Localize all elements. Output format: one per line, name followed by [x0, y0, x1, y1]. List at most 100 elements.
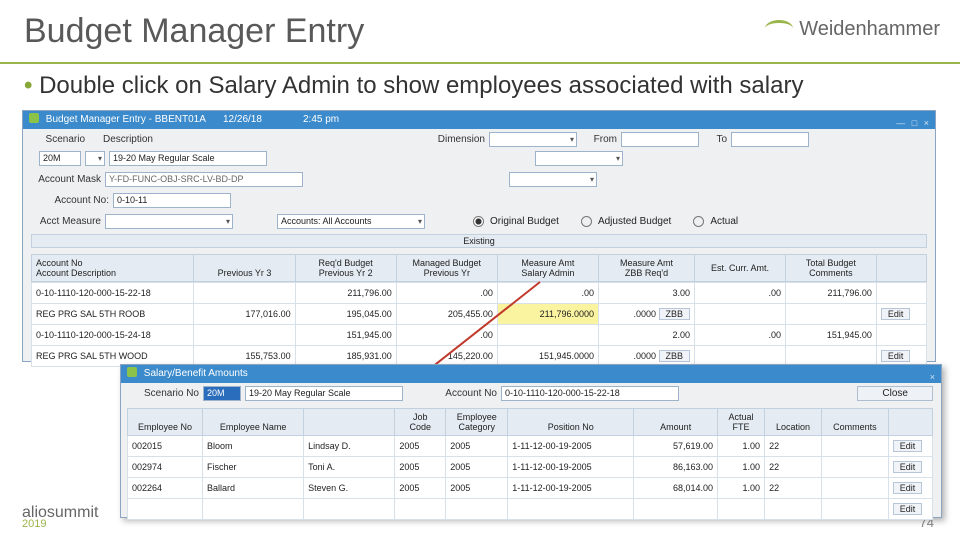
cell-zbb2: .0000 — [633, 309, 656, 319]
actual-label: Actual — [710, 216, 738, 227]
original-budget-radio[interactable] — [473, 216, 484, 227]
col-zbb: ZBB Req'd — [625, 268, 668, 278]
cell-py3: 177,016.00 — [194, 304, 295, 325]
cell-fte: 1.00 — [718, 436, 765, 457]
col-emp-no: Employee No — [138, 422, 192, 432]
col-job-code: Code — [410, 422, 432, 432]
table-row[interactable]: REG PRG SAL 5TH ROOB 177,016.00 195,045.… — [32, 304, 927, 325]
cell-emp-no: 002264 — [128, 478, 203, 499]
actual-radio[interactable] — [693, 216, 704, 227]
table-row[interactable]: 002264 Ballard Steven G. 2005 2005 1-11-… — [128, 478, 933, 499]
cell-emp-first: Toni A. — [304, 457, 395, 478]
col-acct-desc: Account Description — [36, 268, 116, 278]
col-meas-amt: Measure Amt — [521, 258, 574, 268]
to-input[interactable] — [731, 132, 809, 147]
dimension-select-2[interactable] — [535, 151, 623, 166]
dimension-select[interactable] — [489, 132, 577, 147]
cell-cat: 2005 — [446, 436, 508, 457]
zbb-button[interactable]: ZBB — [659, 308, 691, 320]
window-controls[interactable]: — □ × — [896, 114, 931, 132]
from-input[interactable] — [621, 132, 699, 147]
to-label: To — [703, 134, 727, 145]
budget-grid: Account No Account Description Previous … — [31, 254, 927, 282]
col-est: Est. Curr. Amt. — [711, 263, 769, 273]
cell-acct-no: 0-10-1110-120-000-15-24-18 — [32, 325, 194, 346]
acct-measure-select[interactable] — [105, 214, 233, 229]
titlebar-2[interactable]: Salary/Benefit Amounts × — [121, 365, 941, 383]
accounts-filter-select[interactable]: Accounts: All Accounts — [277, 214, 425, 229]
description-label: Description — [89, 134, 153, 145]
col-comments-2: Comments — [833, 422, 877, 432]
acct-mask-input[interactable]: Y-FD-FUNC-OBJ-SRC-LV-BD-DP — [105, 172, 303, 187]
salary-benefit-window: Salary/Benefit Amounts × Scenario No 20M… — [120, 364, 942, 518]
col-emp-cat-top: Employee — [457, 412, 497, 422]
window-title: Budget Manager Entry - BBENT01A — [46, 114, 206, 125]
edit-button[interactable]: Edit — [893, 440, 923, 452]
cell-est: .00 — [695, 283, 786, 304]
budget-manager-window: Budget Manager Entry - BBENT01A 12/26/18… — [22, 110, 936, 362]
col-emp-name: Employee Name — [220, 422, 287, 432]
table-row[interactable]: 002974 Fischer Toni A. 2005 2005 1-11-12… — [128, 457, 933, 478]
col-amount: Amount — [660, 422, 691, 432]
scenario-desc-input: 19-20 May Regular Scale — [245, 386, 403, 401]
table-row[interactable]: 0-10-1110-120-000-15-22-18 211,796.00 .0… — [32, 283, 927, 304]
col-job: Job — [413, 412, 428, 422]
scenario-label: Scenario — [31, 134, 85, 145]
edit-button[interactable]: Edit — [881, 308, 911, 320]
table-row[interactable]: Edit — [128, 499, 933, 520]
cell-job: 2005 — [395, 478, 446, 499]
budget-grid-body: 0-10-1110-120-000-15-22-18 211,796.00 .0… — [31, 282, 927, 367]
table-row[interactable]: 0-10-1110-120-000-15-24-18 151,945.00 .0… — [32, 325, 927, 346]
cell-total: 151,945.00 — [785, 325, 876, 346]
cell-fte: 1.00 — [718, 478, 765, 499]
cell-emp-no: 002015 — [128, 436, 203, 457]
col-py: Previous Yr — [424, 268, 470, 278]
col-comments: Comments — [809, 268, 853, 278]
cell-cat: 2005 — [446, 478, 508, 499]
scenario-input[interactable]: 20M — [39, 151, 81, 166]
scenario-dropdown[interactable] — [85, 151, 105, 166]
cell-pos: 1-11-12-00-19-2005 — [508, 478, 634, 499]
col-sal-admin: Salary Admin — [521, 268, 574, 278]
cell-loc: 22 — [765, 457, 822, 478]
scenario-no-label: Scenario No — [129, 388, 199, 399]
description-input[interactable]: 19-20 May Regular Scale — [109, 151, 267, 166]
table-row[interactable]: 002015 Bloom Lindsay D. 2005 2005 1-11-1… — [128, 436, 933, 457]
cell-sal-admin: .00 — [497, 283, 598, 304]
cell-reqd: 211,796.00 — [295, 283, 396, 304]
bullet-text: Double click on Salary Admin to show emp… — [39, 72, 803, 99]
close-icon[interactable]: × — [930, 368, 937, 386]
edit-button[interactable]: Edit — [893, 503, 923, 515]
col-py3: Previous Yr 3 — [218, 268, 272, 278]
cell-est: .00 — [695, 325, 786, 346]
col-managed: Managed Budget — [413, 258, 482, 268]
cell-sal-admin-hl[interactable]: 211,796.0000 — [497, 304, 598, 325]
cell-zbb2: .0000 — [633, 351, 656, 361]
close-button[interactable]: Close — [857, 386, 933, 401]
slide-title: Budget Manager Entry — [24, 12, 364, 51]
acct-no-input-2[interactable]: 0-10-1110-120-000-15-22-18 — [501, 386, 679, 401]
app-icon — [127, 367, 137, 377]
cell-total: 211,796.00 — [785, 283, 876, 304]
col-pos: Position No — [548, 422, 594, 432]
edit-button[interactable]: Edit — [893, 482, 923, 494]
cell-zbb: 2.00 — [599, 325, 695, 346]
col-meas-amt-2: Measure Amt — [620, 258, 673, 268]
edit-button[interactable]: Edit — [881, 350, 911, 362]
cell-managed: .00 — [396, 325, 497, 346]
zbb-button[interactable]: ZBB — [659, 350, 691, 362]
employee-grid: Employee No Employee Name JobCode Employ… — [127, 408, 933, 520]
titlebar[interactable]: Budget Manager Entry - BBENT01A 12/26/18… — [23, 111, 935, 129]
cell-desc: REG PRG SAL 5TH ROOB — [32, 304, 194, 325]
acct-no-label: Account No: — [31, 195, 109, 206]
dimension-select-3[interactable] — [509, 172, 597, 187]
cell-pos: 1-11-12-00-19-2005 — [508, 457, 634, 478]
acct-no-input[interactable]: 0-10-11 — [113, 193, 231, 208]
adjusted-budget-radio[interactable] — [581, 216, 592, 227]
scenario-no-input[interactable]: 20M — [203, 386, 241, 401]
original-budget-label: Original Budget — [490, 216, 559, 227]
cell-amt: 68,014.00 — [634, 478, 718, 499]
titlebar-date: 12/26/18 — [223, 111, 262, 129]
edit-button[interactable]: Edit — [893, 461, 923, 473]
brand-text: Weidenhammer — [799, 18, 940, 40]
